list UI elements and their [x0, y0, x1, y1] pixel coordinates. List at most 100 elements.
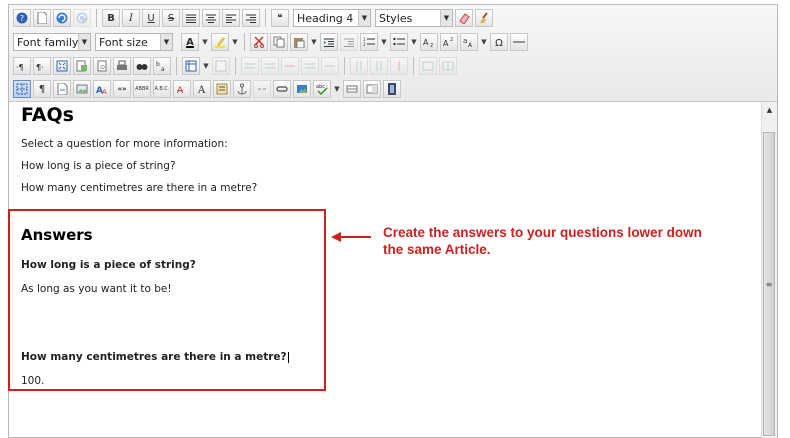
table-properties-icon[interactable]: [212, 57, 230, 75]
styles-select[interactable]: Styles ▼: [375, 9, 453, 27]
attributes-icon[interactable]: [213, 80, 231, 98]
svg-text:¶·: ¶·: [36, 63, 44, 72]
help-icon[interactable]: ?: [13, 9, 31, 27]
acronym-icon[interactable]: A.B.C.: [153, 80, 171, 98]
outdent-icon[interactable]: [340, 33, 358, 51]
highlight-color-icon[interactable]: [211, 33, 229, 51]
row-after-icon[interactable]: [261, 57, 279, 75]
blockquote-icon[interactable]: ❝: [271, 9, 289, 27]
replace-icon[interactable]: ba: [153, 57, 171, 75]
font-size-change-icon[interactable]: aA: [460, 33, 478, 51]
cut-icon[interactable]: [250, 33, 268, 51]
style-props-icon[interactable]: AA: [93, 80, 111, 98]
align-left-icon[interactable]: [222, 9, 240, 27]
svg-text:a: a: [161, 66, 165, 72]
page-break-icon[interactable]: ⊙: [93, 57, 111, 75]
row-before-icon[interactable]: [241, 57, 259, 75]
annotation-arrow-icon: [331, 232, 341, 242]
chevron-down-icon: ▼: [78, 34, 90, 50]
find-icon[interactable]: [133, 57, 151, 75]
show-blocks-button[interactable]: ¶: [33, 80, 51, 98]
row-properties-icon[interactable]: [301, 57, 319, 75]
unlink-icon[interactable]: [253, 80, 271, 98]
ltr-direction-icon[interactable]: ·¶: [13, 57, 31, 75]
chevron-down-icon[interactable]: ▼: [310, 33, 318, 51]
scrollbar-thumb[interactable]: ≡: [763, 132, 775, 436]
text-color-button[interactable]: A: [181, 33, 199, 51]
chevron-down-icon[interactable]: ▼: [333, 80, 341, 98]
template-icon[interactable]: [73, 57, 91, 75]
layer-icon[interactable]: [363, 80, 381, 98]
bullet-list-icon[interactable]: [390, 33, 408, 51]
font-family-select[interactable]: Font family ▼: [13, 33, 91, 51]
vertical-scrollbar[interactable]: ▲ ≡: [761, 102, 777, 438]
insertion-icon[interactable]: A: [193, 80, 211, 98]
horizontal-rule-icon[interactable]: [510, 33, 528, 51]
numbered-list-icon[interactable]: 12: [360, 33, 378, 51]
chevron-down-icon[interactable]: ▼: [380, 33, 388, 51]
superscript-icon[interactable]: A2: [440, 33, 458, 51]
insert-file-icon[interactable]: [53, 80, 71, 98]
merge-cells-icon[interactable]: [419, 57, 437, 75]
print-icon[interactable]: [113, 57, 131, 75]
underline-button[interactable]: U: [142, 9, 160, 27]
chevron-down-icon[interactable]: ▼: [231, 33, 239, 51]
align-center-icon[interactable]: [202, 9, 220, 27]
paste-icon[interactable]: [290, 33, 308, 51]
font-size-select[interactable]: Font size ▼: [95, 33, 173, 51]
film-media-icon[interactable]: [383, 80, 401, 98]
svg-text:A: A: [197, 85, 206, 95]
spellcheck-icon[interactable]: abc: [313, 80, 331, 98]
insert-image-icon[interactable]: [73, 80, 91, 98]
new-document-icon[interactable]: [33, 9, 51, 27]
anchor-icon[interactable]: [233, 80, 251, 98]
insert-table-icon[interactable]: [182, 57, 200, 75]
insert-media-icon[interactable]: [293, 80, 311, 98]
toolbar-separator: [413, 57, 414, 75]
undo-icon[interactable]: [53, 9, 71, 27]
toolbar-row-4: ¶ AA «» ABBR A.B.C. A A abc ▼: [13, 78, 401, 100]
svg-text:⊙: ⊙: [100, 64, 105, 71]
split-cells-icon[interactable]: [439, 57, 457, 75]
rtl-direction-icon[interactable]: ¶·: [33, 57, 51, 75]
indent-icon[interactable]: [320, 33, 338, 51]
fullscreen-icon[interactable]: [53, 57, 71, 75]
italic-button[interactable]: I: [122, 9, 140, 27]
link-icon[interactable]: [273, 80, 291, 98]
chevron-down-icon[interactable]: ▼: [410, 33, 418, 51]
deletion-icon[interactable]: A: [173, 80, 191, 98]
special-character-icon[interactable]: Ω: [490, 33, 508, 51]
align-justify-icon[interactable]: [182, 9, 200, 27]
chevron-down-icon[interactable]: ▼: [480, 33, 488, 51]
visual-aid-icon[interactable]: [13, 80, 31, 98]
question-link[interactable]: How many centimetres are there in a metr…: [21, 182, 257, 194]
horizontal-line-icon[interactable]: [343, 80, 361, 98]
strikethrough-button[interactable]: S: [162, 9, 180, 27]
redo-icon[interactable]: [73, 9, 91, 27]
toolbar-separator: [244, 33, 245, 51]
bold-button[interactable]: B: [102, 9, 120, 27]
format-block-value: Heading 4: [297, 11, 354, 25]
svg-text:Ω: Ω: [495, 38, 503, 48]
abbreviation-icon[interactable]: ABBR: [133, 80, 151, 98]
delete-column-icon[interactable]: [390, 57, 408, 75]
column-after-icon[interactable]: [370, 57, 388, 75]
column-before-icon[interactable]: [350, 57, 368, 75]
subscript-icon[interactable]: A2: [420, 33, 438, 51]
copy-icon[interactable]: [270, 33, 288, 51]
cleanup-brush-icon[interactable]: [475, 9, 493, 27]
delete-row-icon[interactable]: [281, 57, 299, 75]
question-link[interactable]: How long is a piece of string?: [21, 160, 176, 172]
chevron-down-icon[interactable]: ▼: [201, 33, 209, 51]
svg-text:A: A: [102, 88, 107, 95]
chevron-down-icon[interactable]: ▼: [202, 57, 210, 75]
svg-text:2: 2: [430, 43, 433, 48]
eraser-icon[interactable]: [455, 9, 473, 27]
intro-text: Select a question for more information:: [21, 138, 228, 150]
align-right-icon[interactable]: [242, 9, 260, 27]
split-row-icon[interactable]: [321, 57, 339, 75]
citation-icon[interactable]: «»: [113, 80, 131, 98]
svg-text:abc: abc: [316, 84, 325, 90]
scroll-up-arrow-icon[interactable]: ▲: [762, 104, 777, 116]
format-block-select[interactable]: Heading 4 ▼: [293, 9, 371, 27]
